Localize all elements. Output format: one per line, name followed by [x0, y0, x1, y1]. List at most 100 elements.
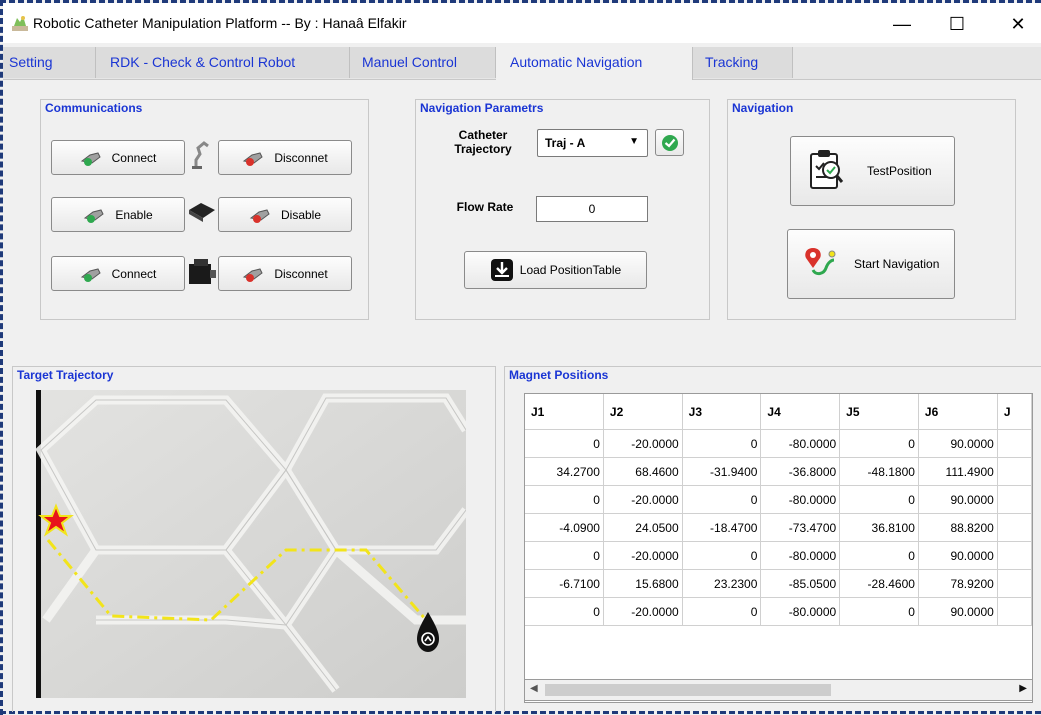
table-cell[interactable]: 0	[839, 597, 919, 626]
selected-value: Traj - A	[545, 136, 586, 150]
table-cell[interactable]: 78.9200	[918, 569, 998, 598]
table-cell[interactable]: -20.0000	[603, 597, 683, 626]
table-row[interactable]: -4.0900 24.0500 -18.4700 -73.4700 36.810…	[525, 513, 1032, 542]
table-cell[interactable]: 0	[525, 541, 604, 570]
column-header[interactable]: J2	[603, 394, 683, 430]
column-header[interactable]: J1	[525, 394, 604, 430]
table-cell[interactable]: -20.0000	[603, 541, 683, 570]
table-cell[interactable]	[997, 429, 1032, 458]
table-cell[interactable]: 0	[682, 541, 762, 570]
table-cell[interactable]: -28.4600	[839, 569, 919, 598]
trajectory-select[interactable]: Traj - A ▼	[537, 129, 648, 157]
table-cell[interactable]: 68.4600	[603, 457, 683, 486]
table-row[interactable]: 0 -20.0000 0 -80.0000 0 90.0000	[525, 597, 1032, 626]
table-cell[interactable]: 90.0000	[918, 429, 998, 458]
start-navigation-button[interactable]: Start Navigation	[787, 229, 955, 299]
table-cell[interactable]: 90.0000	[918, 485, 998, 514]
table-cell[interactable]: 88.8200	[918, 513, 998, 542]
table-cell[interactable]	[997, 597, 1032, 626]
button-label: Connect	[111, 150, 157, 165]
connect-device-button[interactable]: Connect	[51, 256, 185, 291]
tab-setting[interactable]: Setting	[3, 47, 96, 78]
table-cell[interactable]: 0	[839, 541, 919, 570]
app-icon	[12, 16, 28, 31]
table-cell[interactable]: 0	[682, 429, 762, 458]
table-row[interactable]: 0 -20.0000 0 -80.0000 0 90.0000	[525, 429, 1032, 458]
column-header[interactable]: J	[997, 394, 1032, 430]
table-cell[interactable]: -4.0900	[525, 513, 604, 542]
table-cell[interactable]	[997, 485, 1032, 514]
table-cell[interactable]: 15.6800	[603, 569, 683, 598]
table-cell[interactable]: 0	[839, 429, 919, 458]
table-cell[interactable]: -73.4700	[760, 513, 841, 542]
plug-disconnect-icon	[243, 267, 263, 282]
table-cell[interactable]: -20.0000	[603, 429, 683, 458]
table-cell[interactable]	[997, 541, 1032, 570]
enable-button[interactable]: Enable	[51, 197, 185, 232]
minimize-button[interactable]: —	[879, 9, 925, 39]
scroll-right-icon[interactable]: ▶	[1019, 683, 1027, 694]
table-cell[interactable]: -80.0000	[760, 485, 841, 514]
table-cell[interactable]: -48.1800	[839, 457, 919, 486]
table-cell[interactable]: -18.4700	[682, 513, 762, 542]
horizontal-scrollbar[interactable]: ◀ ▶	[524, 679, 1033, 701]
table-cell[interactable]: 34.2700	[525, 457, 604, 486]
table-cell[interactable]: 0	[682, 485, 762, 514]
confirm-trajectory-button[interactable]	[655, 129, 684, 156]
table-cell[interactable]: 23.2300	[682, 569, 762, 598]
disconnect-device-button[interactable]: Disconnet	[218, 256, 352, 291]
table-row[interactable]: 0 -20.0000 0 -80.0000 0 90.0000	[525, 541, 1032, 570]
table-cell[interactable]: 0	[525, 597, 604, 626]
table-cell[interactable]: -36.8000	[760, 457, 841, 486]
connect-robot-button[interactable]: Connect	[51, 140, 185, 175]
flow-rate-input[interactable]: 0	[536, 196, 648, 222]
table-cell[interactable]: 0	[839, 485, 919, 514]
table-row[interactable]: -6.7100 15.6800 23.2300 -85.0500 -28.460…	[525, 569, 1032, 598]
table-row[interactable]: 34.2700 68.4600 -31.9400 -36.8000 -48.18…	[525, 457, 1032, 486]
table-cell[interactable]: 24.0500	[603, 513, 683, 542]
tab-automatic-navigation[interactable]: Automatic Navigation	[496, 47, 693, 80]
table-cell[interactable]: 36.8100	[839, 513, 919, 542]
tab-rdk[interactable]: RDK - Check & Control Robot	[96, 47, 350, 78]
table-cell[interactable]: 111.4900	[918, 457, 998, 486]
table-cell[interactable]	[997, 513, 1032, 542]
table-cell[interactable]: 90.0000	[918, 541, 998, 570]
button-label: Load PositionTable	[519, 263, 622, 277]
disable-button[interactable]: Disable	[218, 197, 352, 232]
magnet-positions-table[interactable]: J1 J2 J3 J4 J5 J6 J 0 -20.0000 0 -80.000…	[524, 393, 1033, 703]
column-header[interactable]: J4	[760, 394, 841, 430]
table-cell[interactable]: 0	[525, 429, 604, 458]
table-row[interactable]: 0 -20.0000 0 -80.0000 0 90.0000	[525, 485, 1032, 514]
table-cell[interactable]: -20.0000	[603, 485, 683, 514]
tab-manuel-control[interactable]: Manuel Control	[350, 47, 496, 78]
title-bar[interactable]: Robotic Catheter Manipulation Platform -…	[3, 3, 1041, 43]
column-header[interactable]: J3	[682, 394, 762, 430]
table-cell[interactable]	[997, 569, 1032, 598]
table-cell[interactable]: -6.7100	[525, 569, 604, 598]
scroll-left-icon[interactable]: ◀	[530, 683, 538, 694]
table-cell[interactable]: 90.0000	[918, 597, 998, 626]
maximize-button[interactable]: ☐	[934, 9, 980, 39]
column-header[interactable]: J5	[839, 394, 919, 430]
close-button[interactable]: ✕	[995, 9, 1041, 39]
load-position-table-button[interactable]: Load PositionTable	[464, 251, 647, 289]
table-cell[interactable]: -31.9400	[682, 457, 762, 486]
table-cell[interactable]: -80.0000	[760, 541, 841, 570]
table-cell[interactable]: -85.0500	[760, 569, 841, 598]
button-label: Enable	[115, 207, 153, 222]
disconnect-robot-button[interactable]: Disconnet	[218, 140, 352, 175]
trajectory-image	[36, 390, 466, 698]
table-cell[interactable]: 0	[525, 485, 604, 514]
trajectory-label: Catheter Trajectory	[454, 128, 512, 156]
table-cell[interactable]: -80.0000	[760, 597, 841, 626]
robot-arm-icon	[192, 141, 209, 169]
plug-connect-icon	[80, 267, 101, 282]
test-position-button[interactable]: TestPosition	[790, 136, 955, 206]
tab-tracking[interactable]: Tracking	[693, 47, 793, 78]
scrollbar-thumb[interactable]	[545, 684, 831, 696]
button-label: Disconnet	[274, 150, 328, 165]
table-cell[interactable]: -80.0000	[760, 429, 841, 458]
table-cell[interactable]	[997, 457, 1032, 486]
column-header[interactable]: J6	[918, 394, 998, 430]
table-cell[interactable]: 0	[682, 597, 762, 626]
